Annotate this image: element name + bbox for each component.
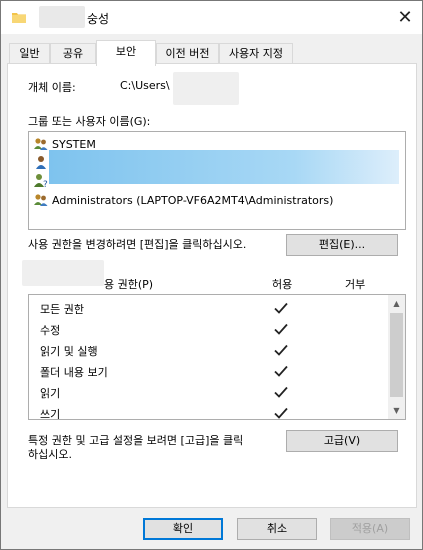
- scroll-up-arrow-icon[interactable]: ▲: [388, 295, 405, 312]
- advanced-hint-line2: 하십시오.: [28, 448, 72, 461]
- cancel-button[interactable]: 취소: [237, 518, 317, 540]
- ok-button[interactable]: 확인: [143, 518, 223, 540]
- tab-customize[interactable]: 사용자 지정: [219, 43, 293, 65]
- table-row: 읽기: [29, 382, 388, 403]
- window-title: 숭성: [87, 12, 110, 26]
- redacted-path: [173, 72, 239, 105]
- title-bar[interactable]: 숭성 ✕: [1, 1, 422, 34]
- change-permissions-hint: 사용 권한을 변경하려면 [편집]을 클릭하십시오.: [28, 238, 247, 251]
- table-row: 읽기 및 실행: [29, 340, 388, 361]
- users-group-icon: [34, 138, 48, 150]
- dialog-footer: 확인 취소 적용(A): [1, 508, 422, 549]
- groups-label: 그룹 또는 사용자 이름(G):: [28, 115, 151, 128]
- check-icon: [274, 302, 288, 314]
- security-panel: 개체 이름: C:\Users\ 그룹 또는 사용자 이름(G): SYSTEM: [7, 63, 417, 508]
- edit-button[interactable]: 편집(E)...: [286, 234, 398, 256]
- tab-general[interactable]: 일반: [9, 43, 50, 65]
- redacted-title: [39, 6, 85, 28]
- object-name-label: 개체 이름:: [28, 81, 76, 94]
- selected-row-highlight: [49, 150, 399, 184]
- allow-header: 허용: [272, 278, 293, 291]
- apply-button[interactable]: 적용(A): [330, 518, 410, 540]
- scroll-down-arrow-icon[interactable]: ▼: [388, 402, 405, 419]
- close-icon: ✕: [397, 7, 413, 28]
- user-unknown-icon: ?: [34, 174, 48, 188]
- list-item[interactable]: ?: [33, 171, 52, 189]
- folder-icon: [12, 13, 26, 23]
- check-icon: [274, 323, 288, 335]
- table-row: 모든 권한: [29, 298, 388, 319]
- table-row: 수정: [29, 319, 388, 340]
- tab-security[interactable]: 보안: [96, 40, 156, 66]
- close-button[interactable]: ✕: [389, 4, 421, 31]
- object-name-value: C:\Users\: [120, 79, 170, 92]
- redacted-permissions-owner: [22, 260, 104, 286]
- table-row: 쓰기: [29, 403, 388, 419]
- user-icon: [36, 156, 46, 169]
- advanced-button[interactable]: 고급(V): [286, 430, 398, 452]
- check-icon: [274, 407, 288, 419]
- list-item[interactable]: Administrators (LAPTOP-VF6A2MT4\Administ…: [33, 191, 333, 209]
- properties-dialog: 숭성 ✕ 일반 공유 보안 이전 버전 사용자 지정 개체 이름: C:\Use…: [0, 0, 423, 550]
- check-icon: [274, 386, 288, 398]
- permissions-list[interactable]: 모든 권한 수정 읽기 및 실행 폴더 내용 보기 읽기 쓰기 ▲ ▼: [28, 294, 406, 420]
- check-icon: [274, 365, 288, 377]
- table-row: 폴더 내용 보기: [29, 361, 388, 382]
- svg-text:?: ?: [43, 180, 48, 188]
- deny-header: 거부: [345, 278, 366, 291]
- users-group-icon: [34, 194, 48, 206]
- list-item[interactable]: [33, 153, 52, 171]
- vertical-scrollbar[interactable]: ▲ ▼: [388, 295, 405, 419]
- scrollbar-thumb[interactable]: [390, 313, 403, 397]
- check-icon: [274, 344, 288, 356]
- tab-sharing[interactable]: 공유: [50, 43, 96, 65]
- group-user-list[interactable]: SYSTEM ? Administrators (LAPTOP-VF6A2MT4…: [28, 131, 406, 230]
- list-item[interactable]: SYSTEM: [33, 135, 96, 153]
- tab-previous-versions[interactable]: 이전 버전: [156, 43, 219, 65]
- permissions-header: 용 권한(P): [104, 278, 154, 291]
